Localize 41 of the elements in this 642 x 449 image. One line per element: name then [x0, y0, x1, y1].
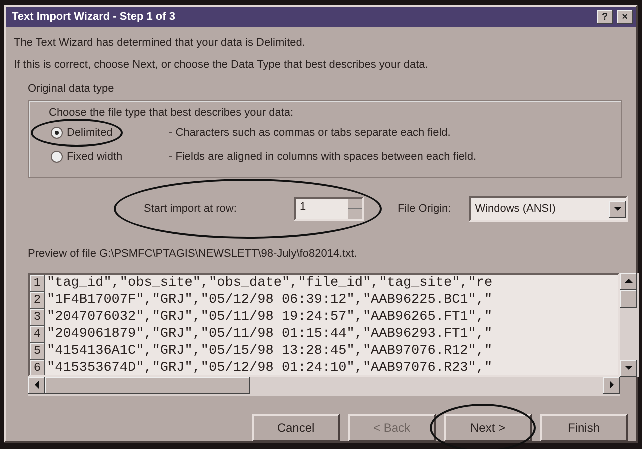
row-number: 5	[30, 342, 45, 360]
option-description: - Fields are aligned in columns with spaces between each field.	[169, 150, 477, 165]
row-number: 1	[30, 274, 45, 292]
intro-text: The Text Wizard has determined that your data is Delimited.	[14, 36, 306, 51]
scroll-up-button[interactable]	[620, 272, 637, 290]
radio-label: Fixed width	[67, 150, 123, 165]
row-number: 3	[30, 308, 45, 326]
horizontal-scrollbar[interactable]	[28, 376, 620, 396]
row-number: 2	[30, 292, 45, 308]
wizard-button[interactable]: Cancel	[252, 414, 340, 442]
prompt-text: Choose the file type that best describes your data:	[49, 106, 295, 120]
scroll-left-button[interactable]	[28, 376, 45, 394]
scroll-down-button[interactable]	[620, 360, 637, 376]
radio-button[interactable]	[51, 151, 63, 163]
window-title: Text Import Wizard - Step 1 of 3	[12, 10, 176, 25]
scroll-thumb[interactable]	[45, 376, 250, 394]
row-spinner[interactable]: 1	[294, 197, 364, 221]
field-label: File Origin:	[398, 202, 452, 217]
option-description: - Characters such as commas or tabs separate each field.	[169, 126, 451, 141]
radio-label: Delimited	[67, 126, 113, 141]
origin-dropdown[interactable]: Windows (ANSI)	[469, 196, 628, 222]
preview-line: "4154136A1C","GRJ","05/15/98 13:28:45","AAB97076.R12","	[47, 342, 493, 360]
wizard-button[interactable]: Next >	[444, 414, 532, 442]
intro-text: If this is correct, choose Next, or choose the Data Type that best describes your data.	[14, 58, 430, 72]
row-number: 6	[30, 360, 45, 374]
field-label: Start import at row:	[144, 202, 238, 217]
close-button[interactable]: ×	[617, 10, 633, 24]
row-number: 4	[30, 326, 45, 342]
preview-line: "tag_id","obs_site","obs_date","file_id","tag_site","re	[47, 274, 493, 292]
preview-label: Preview of file G:\PSMFC\PTAGIS\NEWSLETT\98-July\fo82014.txt.	[28, 247, 358, 262]
wizard-button[interactable]: Finish	[540, 414, 628, 442]
preview-line: "2047076032","GRJ","05/11/98 19:24:57","AAB96265.FT1","	[47, 308, 493, 326]
preview-line: "1F4B17007F","GRJ","05/12/98 06:39:12","AAB96225.BC1","	[47, 292, 493, 308]
scroll-right-button[interactable]	[603, 376, 620, 394]
group-title: Original data type	[28, 82, 116, 97]
radio-button[interactable]	[51, 127, 63, 139]
vertical-scrollbar[interactable]	[620, 272, 639, 376]
preview-line: "2049061879","GRJ","05/11/98 01:15:44","AAB96293.FT1","	[47, 326, 493, 342]
help-button[interactable]: ?	[597, 10, 613, 24]
preview-line: "415353674D","GRJ","05/12/98 01:24:10","AAB97076.R23","	[47, 360, 493, 374]
scroll-thumb[interactable]	[620, 290, 637, 308]
